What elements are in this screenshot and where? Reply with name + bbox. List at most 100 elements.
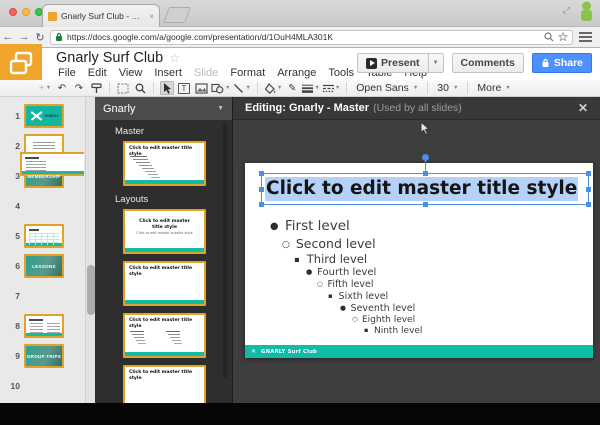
filmstrip-slide[interactable]: 6 Lessons bbox=[0, 254, 84, 278]
bullet-text: Fourth level bbox=[317, 267, 376, 278]
new-tab-button[interactable] bbox=[163, 7, 191, 23]
bullet-line[interactable]: ▪ Third level bbox=[265, 252, 565, 266]
fill-color-button[interactable]: ▼ bbox=[264, 81, 282, 95]
url-field[interactable]: https://docs.google.com/a/google.com/pre… bbox=[50, 30, 573, 45]
paint-format-button[interactable] bbox=[89, 81, 103, 95]
chrome-menu-icon[interactable] bbox=[579, 32, 592, 42]
resize-handle[interactable] bbox=[586, 202, 591, 207]
forward-button[interactable]: → bbox=[16, 31, 32, 43]
close-master-editor-icon[interactable]: ✕ bbox=[578, 101, 588, 115]
resize-handle[interactable] bbox=[586, 187, 591, 192]
resize-handle[interactable] bbox=[423, 171, 428, 176]
zoom-button[interactable] bbox=[133, 81, 147, 95]
browser-tab[interactable]: Gnarly Surf Club - Googl × bbox=[42, 4, 160, 27]
title-placeholder[interactable]: Click to edit master title style bbox=[261, 173, 589, 205]
window-resize-icon[interactable]: ⤢ bbox=[563, 5, 570, 16]
font-size-select[interactable]: 30▼ bbox=[434, 82, 461, 94]
menu-item[interactable]: Arrange bbox=[271, 67, 322, 79]
filmstrip-scrollbar[interactable] bbox=[85, 97, 95, 403]
back-button[interactable]: ← bbox=[0, 31, 16, 43]
menu-item[interactable]: View bbox=[113, 67, 149, 79]
layout-thumbnail[interactable]: Click to edit master title style bbox=[123, 313, 206, 358]
star-document-icon[interactable]: ☆ bbox=[169, 51, 180, 65]
layout-thumbnail[interactable]: Click to edit master title style Click t… bbox=[123, 209, 206, 254]
more-toolbar-button[interactable]: More▼ bbox=[474, 82, 513, 94]
bullet-line[interactable]: ● First level bbox=[265, 218, 565, 234]
master-thumbnail[interactable]: Click to edit master title style bbox=[123, 141, 206, 186]
master-panel-scrollbar[interactable] bbox=[223, 123, 227, 378]
new-slide-button[interactable]: +▼ bbox=[38, 81, 52, 95]
menu-item[interactable]: File bbox=[52, 67, 82, 79]
filmstrip-slide[interactable]: 1 GNARLY bbox=[0, 104, 84, 128]
slide-thumbnail[interactable] bbox=[24, 224, 64, 248]
insert-image-button[interactable] bbox=[194, 81, 208, 95]
filmstrip-slide[interactable]: 10 bbox=[0, 374, 84, 398]
redo-button[interactable]: ↷ bbox=[72, 81, 86, 95]
master-title-text[interactable]: Click to edit master title style bbox=[265, 178, 578, 199]
present-dropdown-caret[interactable]: ▼ bbox=[429, 53, 444, 73]
slide-thumbnail[interactable]: Group Trips bbox=[24, 344, 64, 368]
menu-item[interactable]: Insert bbox=[148, 67, 188, 79]
workspace: 1 GNARLY 2 3 Membership bbox=[0, 97, 600, 403]
undo-button[interactable]: ↶ bbox=[55, 81, 69, 95]
slide-number: 10 bbox=[0, 374, 24, 398]
fit-zoom-button[interactable] bbox=[116, 81, 130, 95]
resize-handle[interactable] bbox=[423, 202, 428, 207]
theme-header[interactable]: Gnarly ▼ bbox=[95, 97, 232, 120]
slides-logo[interactable] bbox=[0, 44, 42, 84]
url-text: https://docs.google.com/a/google.com/pre… bbox=[67, 32, 540, 42]
slide-thumbnail[interactable] bbox=[24, 314, 64, 338]
resize-handle[interactable] bbox=[259, 187, 264, 192]
insert-line-button[interactable]: ▼ bbox=[233, 81, 250, 95]
bullet-line[interactable]: ○ Fifth level bbox=[265, 279, 565, 290]
textbox-tool-button[interactable]: T bbox=[177, 81, 191, 95]
resize-handle[interactable] bbox=[259, 171, 264, 176]
font-family-select[interactable]: Open Sans▼ bbox=[353, 82, 421, 94]
filmstrip-scrollbar-thumb[interactable] bbox=[87, 265, 95, 315]
present-button[interactable]: Present bbox=[357, 53, 429, 73]
tab-close-icon[interactable]: × bbox=[149, 12, 154, 21]
close-window-button[interactable] bbox=[9, 8, 17, 16]
bullet-line[interactable]: ○ Eighth level bbox=[265, 315, 565, 325]
line-weight-button[interactable]: ▼ bbox=[302, 81, 319, 95]
filmstrip-slide[interactable]: 8 bbox=[0, 314, 84, 338]
reload-button[interactable]: ↻ bbox=[32, 31, 48, 44]
filmstrip-slide[interactable]: 5 bbox=[0, 224, 84, 248]
layout-thumbnail[interactable]: Click to edit master title style bbox=[123, 365, 206, 403]
line-dash-button[interactable]: ▼ bbox=[323, 81, 340, 95]
body-placeholder[interactable]: ● First level ○ Second level ▪ Third lev… bbox=[265, 218, 565, 336]
document-title[interactable]: Gnarly Surf Club bbox=[56, 50, 163, 66]
filmstrip-slide[interactable]: 7 bbox=[0, 284, 84, 308]
slide-thumbnail[interactable]: GNARLY bbox=[24, 104, 64, 128]
minimize-window-button[interactable] bbox=[22, 8, 30, 16]
slide-thumbnail[interactable] bbox=[20, 152, 84, 176]
slide-canvas[interactable]: Click to edit master title style ● First… bbox=[245, 163, 593, 358]
filmstrip-slide[interactable]: 9 Group Trips bbox=[0, 344, 84, 368]
bullet-line[interactable]: ● Seventh level bbox=[265, 303, 565, 314]
bullet-line[interactable]: ▪ Ninth level bbox=[265, 326, 565, 336]
rotation-handle[interactable] bbox=[422, 154, 429, 161]
share-button[interactable]: Share bbox=[532, 53, 592, 73]
filmstrip-slide[interactable]: 4 bbox=[0, 194, 84, 218]
menu-item[interactable]: Format bbox=[224, 67, 271, 79]
select-tool-button[interactable] bbox=[160, 81, 174, 95]
resize-handle[interactable] bbox=[259, 202, 264, 207]
layout-thumbnail[interactable]: Click to edit master title style bbox=[123, 261, 206, 306]
zoom-page-icon[interactable] bbox=[544, 32, 554, 42]
comments-button[interactable]: Comments bbox=[452, 53, 524, 73]
slide-thumbnail[interactable]: Lessons bbox=[24, 254, 64, 278]
profile-icon[interactable] bbox=[579, 1, 594, 21]
bullet-line[interactable]: ○ Second level bbox=[265, 236, 565, 251]
menu-item[interactable]: Slide bbox=[188, 67, 224, 79]
menu-item[interactable]: Edit bbox=[82, 67, 113, 79]
slide-footer-bar[interactable]: ✕ GNARLY Surf Club bbox=[245, 345, 593, 358]
bookmark-star-icon[interactable] bbox=[558, 32, 568, 42]
bullet-line[interactable]: ● Fourth level bbox=[265, 267, 565, 278]
theme-dropdown-caret[interactable]: ▼ bbox=[217, 105, 224, 112]
line-color-button[interactable]: ✎ bbox=[285, 81, 299, 95]
bullet-text: Eighth level bbox=[362, 315, 415, 325]
menu-item[interactable]: Tools bbox=[322, 67, 360, 79]
bullet-line[interactable]: ▪ Sixth level bbox=[265, 291, 565, 302]
insert-shape-button[interactable]: ▼ bbox=[211, 81, 230, 95]
resize-handle[interactable] bbox=[586, 171, 591, 176]
